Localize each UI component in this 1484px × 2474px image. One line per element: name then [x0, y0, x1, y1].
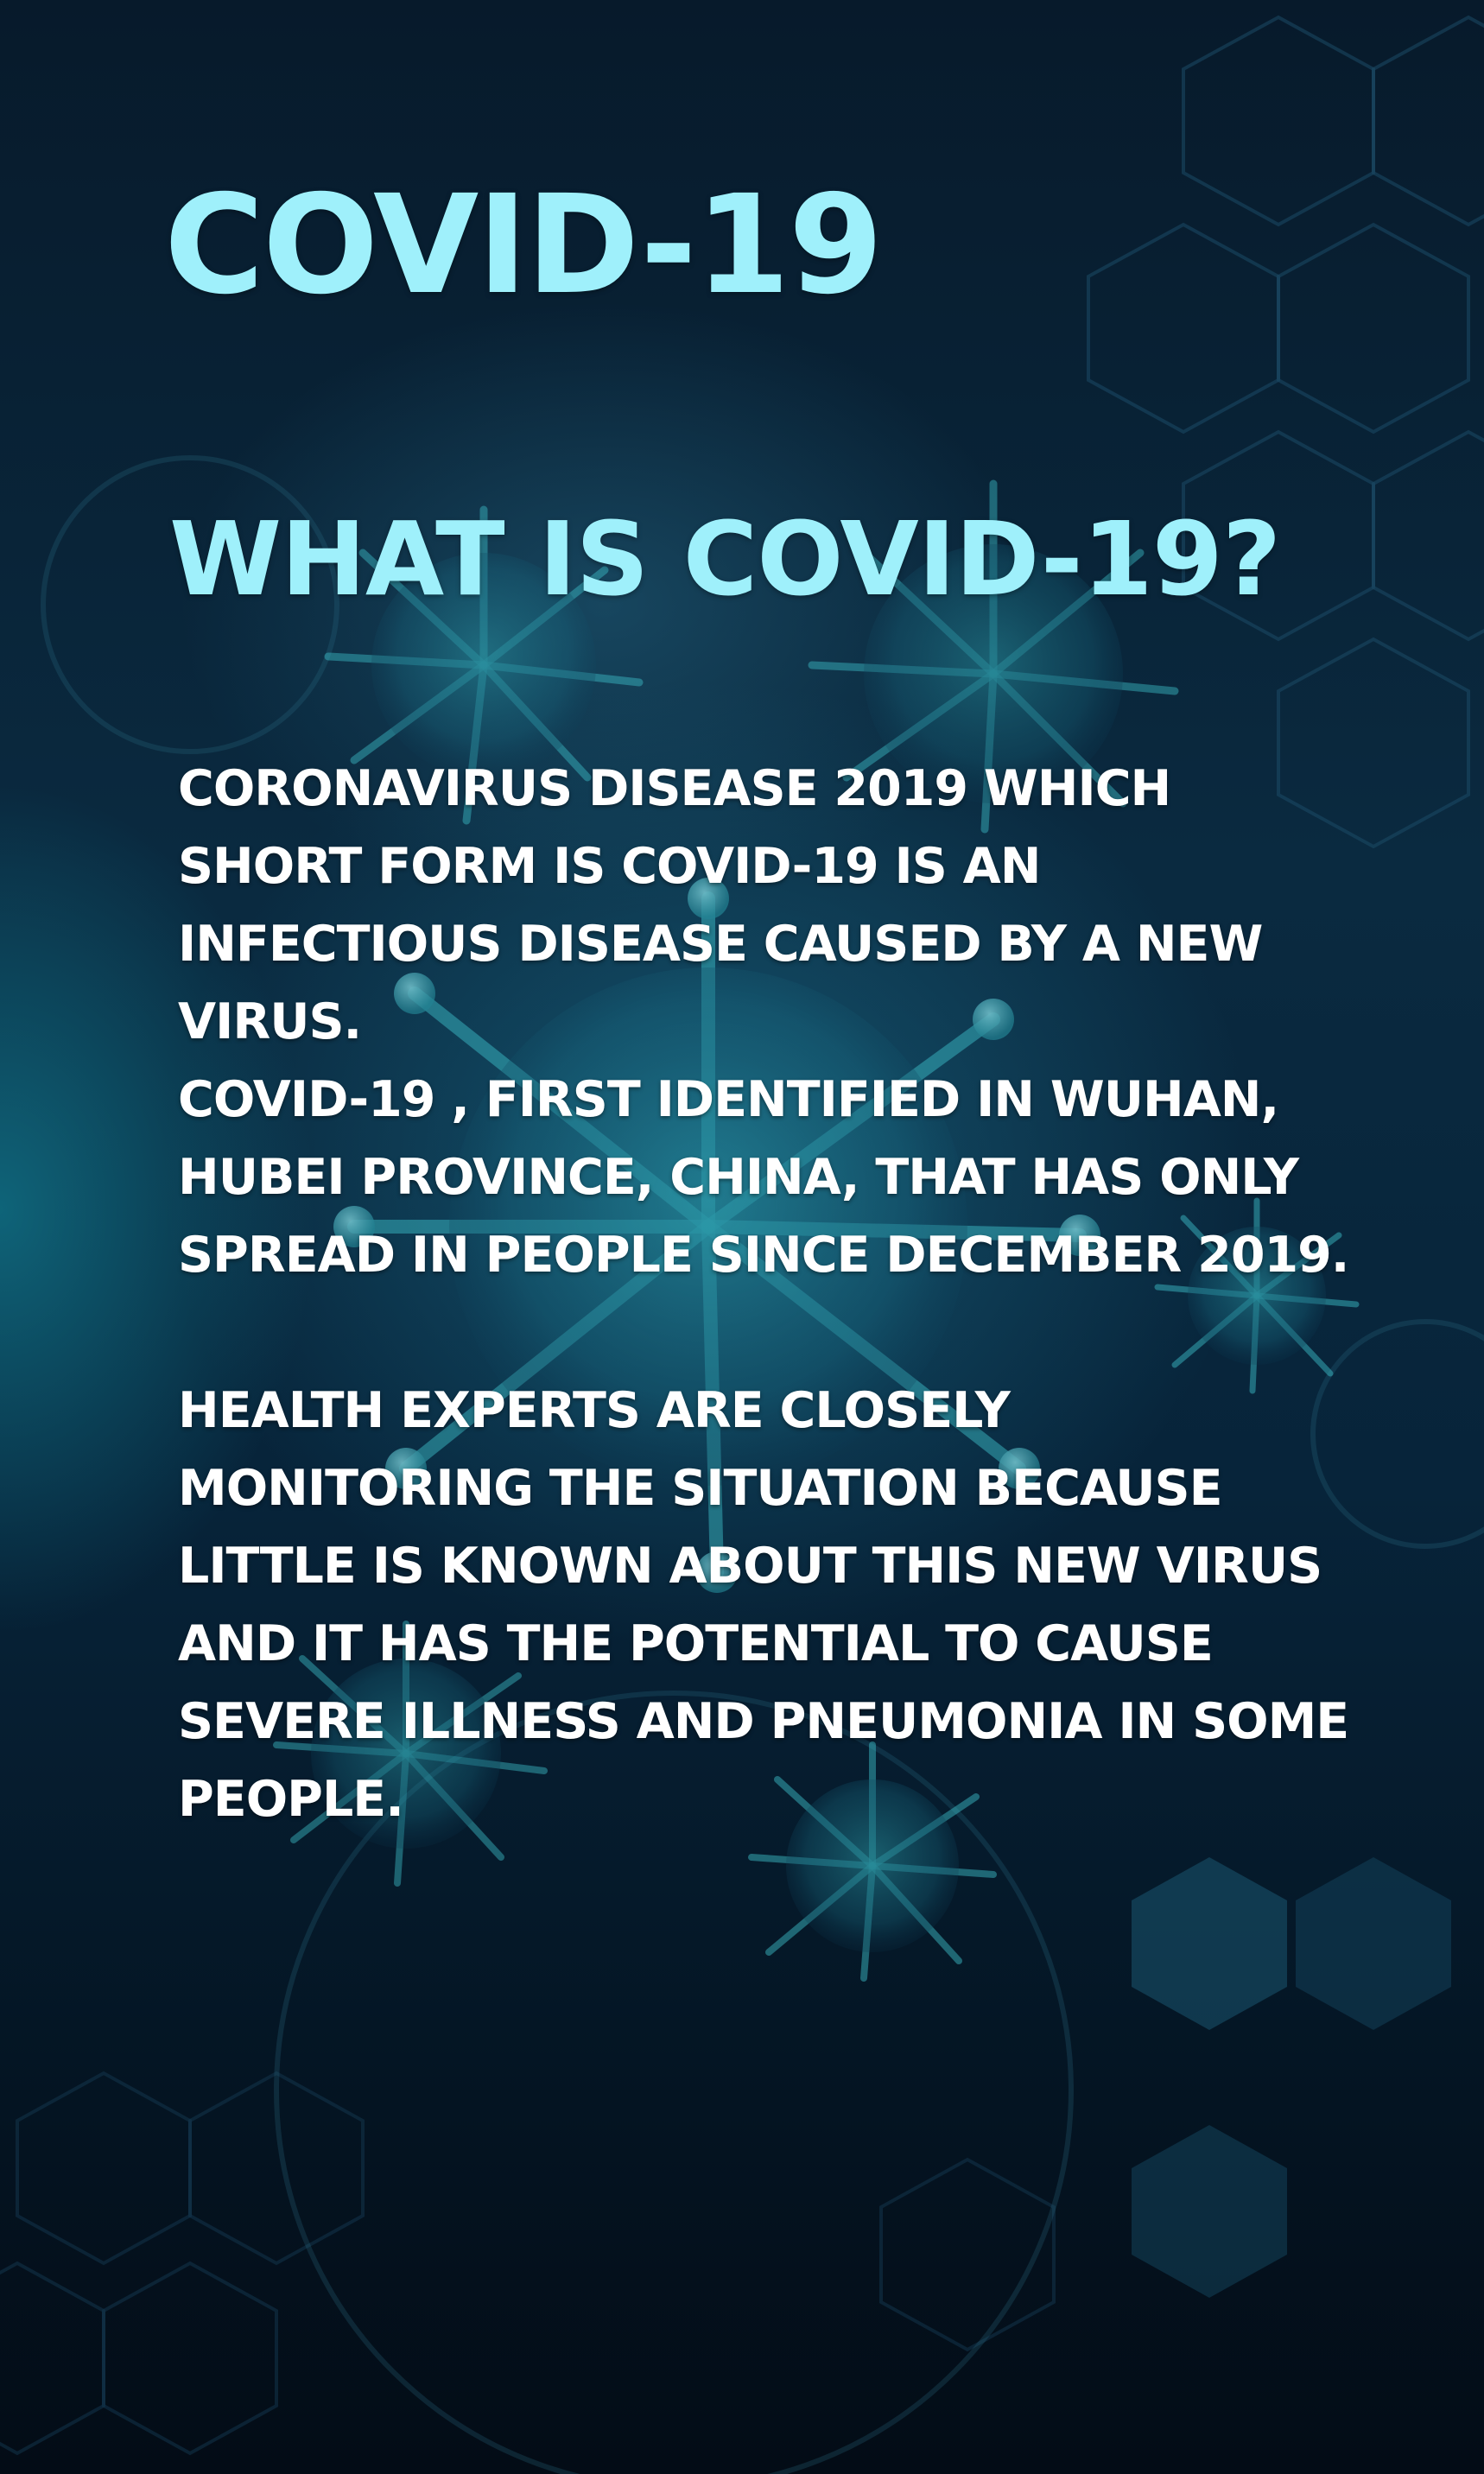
covid-info-poster: COVID-19 WHAT IS COVID-19? CORONAVIRUS D… — [0, 0, 1484, 2474]
paragraph-definition: CORONAVIRUS DISEASE 2019 WHICH SHORT FOR… — [178, 760, 1263, 1050]
poster-content: COVID-19 WHAT IS COVID-19? CORONAVIRUS D… — [0, 0, 1484, 2474]
paragraph-monitoring: HEALTH EXPERTS ARE CLOSELY MONITORING TH… — [178, 1382, 1349, 1828]
section-heading: WHAT IS COVID-19? — [169, 499, 1281, 618]
poster-title: COVID-19 — [164, 166, 884, 325]
paragraph-origin: COVID-19 , FIRST IDENTIFIED IN WUHAN, HU… — [178, 1071, 1349, 1284]
